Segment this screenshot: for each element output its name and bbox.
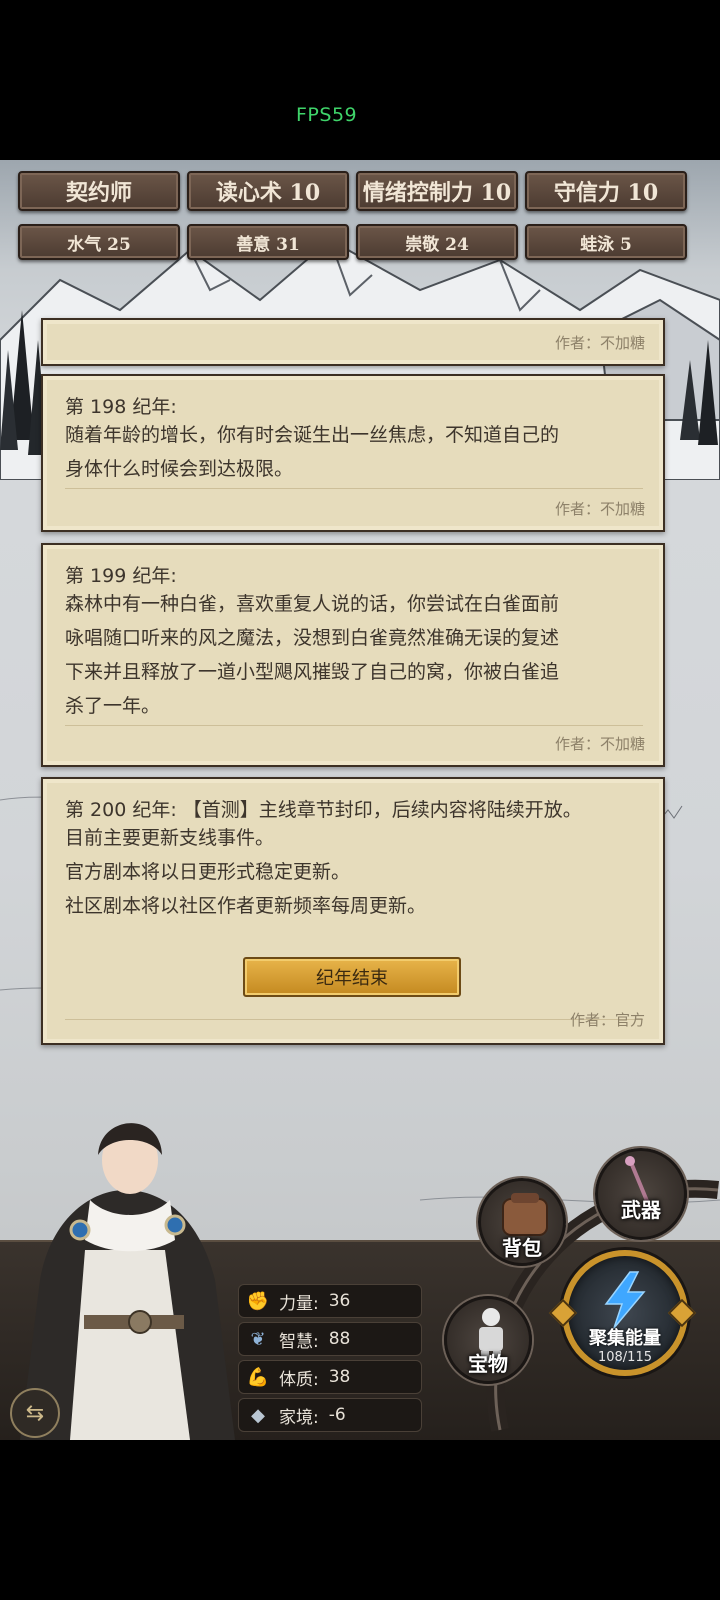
card-divider bbox=[65, 1019, 643, 1020]
swap-arrows-icon: ⇆ bbox=[25, 1400, 45, 1426]
story-card-partial: 作者：不加糖 bbox=[41, 318, 665, 366]
backpack-button[interactable]: 背包 bbox=[478, 1178, 566, 1266]
card-divider bbox=[65, 488, 643, 489]
attribute-family-wealth: ◆ 家境: -6 bbox=[238, 1398, 422, 1432]
card-body: 随着年龄的增长，你有时会诞生出一丝焦虑，不知道自己的 身体什么时候会到达极限。 bbox=[65, 424, 560, 480]
swap-character-button[interactable]: ⇆ bbox=[10, 1388, 60, 1438]
story-card-200: 第 200 纪年: 【首测】主线章节封印，后续内容将陆续开放。 目前主要更新支线… bbox=[41, 777, 665, 1045]
stat-chip-breaststroke: 蛙泳 5 bbox=[525, 224, 687, 260]
card-body: 目前主要更新支线事件。 官方剧本将以日更形式稳定更新。 社区剧本将以社区作者更新… bbox=[65, 827, 427, 917]
backpack-label: 背包 bbox=[502, 1236, 542, 1260]
stat-chip-emotion-control: 情绪控制力 10 bbox=[356, 171, 518, 211]
weapon-button[interactable]: 武器 bbox=[595, 1148, 687, 1240]
attribute-value: 36 bbox=[328, 1291, 351, 1311]
end-year-button[interactable]: 纪年结束 bbox=[243, 957, 461, 997]
story-card-199: 第 199 纪年: 森林中有一种白雀，喜欢重复人说的话，你尝试在白雀面前 咏唱随… bbox=[41, 543, 665, 767]
fps-counter: FPS59 bbox=[296, 104, 358, 126]
brain-icon: ❦ bbox=[250, 1328, 266, 1350]
card-divider bbox=[65, 725, 643, 726]
attribute-label: 智慧: bbox=[279, 1331, 319, 1352]
weapon-label: 武器 bbox=[621, 1198, 661, 1222]
story-card-198: 第 198 纪年: 随着年龄的增长，你有时会诞生出一丝焦虑，不知道自己的 身体什… bbox=[41, 374, 665, 532]
attribute-value: 88 bbox=[328, 1329, 351, 1349]
card-body: 森林中有一种白雀，喜欢重复人说的话，你尝试在白雀面前 咏唱随口听来的风之魔法，没… bbox=[65, 593, 560, 717]
card-author: 作者：不加糖 bbox=[554, 500, 645, 518]
muscle-arm-icon: 💪 bbox=[246, 1366, 270, 1388]
card-year-title: 第 199 纪年: bbox=[65, 565, 177, 587]
attribute-strength: ✊ 力量: 36 bbox=[238, 1284, 422, 1318]
diamond-icon: ◆ bbox=[251, 1404, 265, 1426]
gather-energy-label: 聚集能量 bbox=[589, 1328, 661, 1349]
card-author: 作者：不加糖 bbox=[554, 334, 645, 352]
card-author: 作者：不加糖 bbox=[554, 735, 645, 753]
card-year-title: 第 200 纪年: 【首测】主线章节封印，后续内容将陆续开放。 bbox=[65, 799, 582, 821]
stat-chip-water: 水气 25 bbox=[18, 224, 180, 260]
attribute-value: -6 bbox=[328, 1405, 346, 1425]
card-author: 作者：官方 bbox=[569, 1011, 645, 1029]
attribute-value: 38 bbox=[328, 1367, 351, 1387]
stat-chip-class: 契约师 bbox=[18, 171, 180, 211]
stat-chip-reverence: 崇敬 24 bbox=[356, 224, 518, 260]
attribute-constitution: 💪 体质: 38 bbox=[238, 1360, 422, 1394]
attribute-label: 力量: bbox=[279, 1293, 319, 1314]
lightning-icon bbox=[604, 1271, 646, 1329]
card-year-title: 第 198 纪年: bbox=[65, 396, 177, 418]
treasure-button[interactable]: 宝物 bbox=[444, 1296, 532, 1384]
stat-chip-trustworthiness: 守信力 10 bbox=[525, 171, 687, 211]
fist-icon: ✊ bbox=[246, 1290, 270, 1312]
stat-chip-kindness: 善意 31 bbox=[187, 224, 349, 260]
stat-chip-mind-reading: 读心术 10 bbox=[187, 171, 349, 211]
attribute-label: 体质: bbox=[279, 1369, 319, 1390]
treasure-label: 宝物 bbox=[468, 1352, 508, 1376]
bottom-black-bar bbox=[0, 1440, 720, 1600]
attribute-label: 家境: bbox=[279, 1407, 319, 1428]
energy-value: 108/115 bbox=[597, 1350, 652, 1365]
attribute-wisdom: ❦ 智慧: 88 bbox=[238, 1322, 422, 1356]
